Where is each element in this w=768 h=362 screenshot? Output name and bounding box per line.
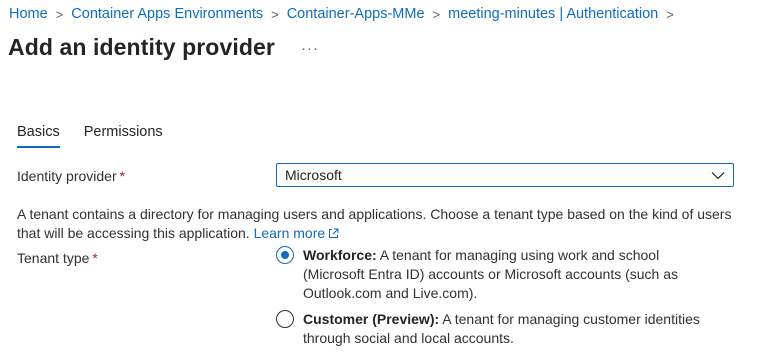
- tab-permissions[interactable]: Permissions: [84, 124, 163, 148]
- learn-more-label: Learn more: [253, 225, 326, 241]
- identity-provider-value: Microsoft: [285, 167, 342, 183]
- radio-button-customer[interactable]: [276, 310, 294, 328]
- breadcrumb-authentication[interactable]: meeting-minutes | Authentication: [448, 6, 658, 22]
- tab-basics[interactable]: Basics: [17, 124, 60, 148]
- required-mark: *: [119, 168, 126, 184]
- tenant-type-label: Tenant type *: [17, 250, 98, 266]
- chevron-right-icon: >: [55, 6, 64, 22]
- identity-provider-dropdown[interactable]: Microsoft: [276, 163, 734, 187]
- radio-option-workforce[interactable]: Workforce: A tenant for managing using w…: [276, 246, 723, 303]
- breadcrumb: Home > Container Apps Environments > Con…: [9, 6, 682, 22]
- tab-bar: Basics Permissions: [17, 124, 187, 148]
- radio-option-customer[interactable]: Customer (Preview): A tenant for managin…: [276, 310, 723, 348]
- workforce-title: Workforce:: [303, 247, 377, 263]
- radio-label-workforce: Workforce: A tenant for managing using w…: [303, 246, 723, 303]
- breadcrumb-home[interactable]: Home: [9, 6, 48, 22]
- page-title: Add an identity provider: [8, 34, 275, 60]
- chevron-right-icon: >: [432, 6, 441, 22]
- tenant-type-label-text: Tenant type: [17, 250, 90, 266]
- identity-provider-label: Identity provider *: [17, 168, 125, 184]
- identity-provider-label-text: Identity provider: [17, 168, 117, 184]
- title-row: Add an identity provider ···: [8, 34, 319, 61]
- external-link-icon: [328, 225, 339, 244]
- customer-title: Customer (Preview):: [303, 311, 440, 327]
- tenant-description: A tenant contains a directory for managi…: [17, 205, 742, 244]
- chevron-down-icon: [711, 171, 725, 180]
- chevron-right-icon: >: [271, 6, 279, 22]
- breadcrumb-container-apps-environments[interactable]: Container Apps Environments: [71, 6, 263, 22]
- tenant-description-text: A tenant contains a directory for managi…: [17, 206, 732, 241]
- page: Home > Container Apps Environments > Con…: [0, 0, 768, 362]
- learn-more-link[interactable]: Learn more: [254, 225, 340, 241]
- radio-selected-dot: [281, 251, 289, 259]
- more-icon[interactable]: ···: [301, 40, 319, 57]
- radio-button-workforce[interactable]: [276, 246, 294, 264]
- radio-label-customer: Customer (Preview): A tenant for managin…: [303, 310, 723, 348]
- breadcrumb-environment[interactable]: Container-Apps-MMe: [287, 6, 425, 22]
- required-mark: *: [92, 250, 98, 266]
- chevron-right-icon: >: [666, 6, 674, 22]
